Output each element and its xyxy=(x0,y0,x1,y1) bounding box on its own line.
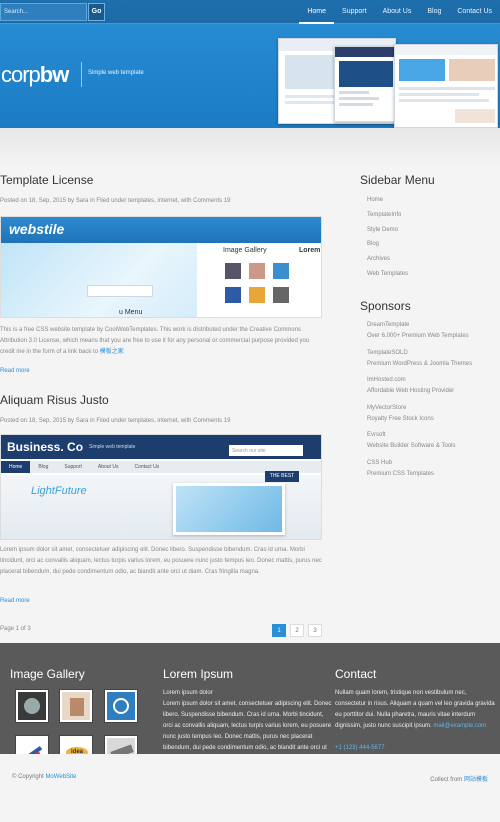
collect-from: Collect from 网站模板 xyxy=(430,774,488,783)
footer-contact-phone: +1 (123) 444-5677 xyxy=(335,743,495,754)
sidebar-item-archives[interactable]: Archives xyxy=(367,254,408,269)
copyright: © Copyright MoWebSite xyxy=(12,774,76,780)
image-logo-text: webstile xyxy=(9,221,65,237)
post-meta: Posted on 18, Sep, 2015 by Sara in Filed… xyxy=(0,418,231,424)
bottom-bar: © Copyright MoWebSite Collect from 网站模板 xyxy=(0,754,500,822)
nav-home[interactable]: Home xyxy=(299,0,335,24)
image-nav-blog: Blog xyxy=(38,464,49,470)
sponsor-item[interactable]: CSS Hub Premium CSS Templates xyxy=(367,458,472,486)
footer-lorem-line: Lorem ipsum dolor xyxy=(163,690,213,696)
footer-lorem-title: Lorem Ipsum xyxy=(163,667,234,681)
sponsor-name[interactable]: MyVectorStore xyxy=(367,403,472,414)
sponsor-item[interactable]: MyVectorStore Royalty Free Stock Icons xyxy=(367,403,472,431)
logo-divider xyxy=(81,62,82,87)
post-excerpt: Lorem ipsum dolor sit amet, consectetuer… xyxy=(0,547,322,575)
logo-bold-text: bw xyxy=(39,62,70,87)
sponsor-name[interactable]: TemplateSOLD xyxy=(367,348,472,359)
page-3-button[interactable]: 3 xyxy=(308,624,322,637)
nav-blog[interactable]: Blog xyxy=(419,0,449,24)
image-logo-text: Business. Co xyxy=(7,440,84,454)
image-menu-text: u Menu xyxy=(119,309,143,316)
read-more-link[interactable]: Read more xyxy=(0,598,30,604)
gallery-thumb-clock[interactable] xyxy=(105,690,137,722)
post-title[interactable]: Aliquam Risus Justo xyxy=(0,393,109,407)
sponsor-desc: Premium WordPress & Joomla Themes xyxy=(367,360,473,367)
image-gallery-heading: Image Gallery xyxy=(223,247,267,254)
pagination: 1 2 3 xyxy=(272,624,322,637)
header: Search... Go Home Support About Us Blog … xyxy=(0,0,500,128)
sponsor-item[interactable]: TemplateSOLD Premium WordPress & Joomla T… xyxy=(367,348,472,376)
contact-email-link[interactable]: mail@example.com xyxy=(433,723,486,729)
sidebar-menu-title: Sidebar Menu xyxy=(360,173,435,187)
collect-link[interactable]: 网站模板 xyxy=(464,777,488,783)
image-badge: THE BEST xyxy=(265,471,299,482)
site-logo[interactable]: corpbw xyxy=(1,62,70,88)
sponsor-desc: Premium CSS Templates xyxy=(367,470,434,477)
nav-support[interactable]: Support xyxy=(334,0,375,24)
sponsor-item[interactable]: ImHosted.com Affordable Web Hosting Provi… xyxy=(367,375,472,403)
footer-contact-title: Contact xyxy=(335,667,377,681)
logo-light-text: corp xyxy=(1,62,41,87)
credit-link[interactable]: 模板之家 xyxy=(100,349,124,355)
post-image[interactable]: Business. Co Simple web template Search … xyxy=(0,434,322,540)
image-nav-support: Support xyxy=(64,464,82,470)
main-nav: Home Support About Us Blog Contact Us xyxy=(299,0,500,24)
sponsors-title: Sponsors xyxy=(360,299,411,313)
sponsor-desc: Affordable Web Hosting Provider xyxy=(367,388,455,394)
contact-phone: +1 (123) 444-5677 xyxy=(335,745,385,751)
read-more-link[interactable]: Read more xyxy=(0,368,30,374)
sponsors-list: DreamTemplate Over 6,000+ Premium Web Tem… xyxy=(367,320,472,485)
image-nav-home: Home xyxy=(1,461,31,473)
copyright-link[interactable]: MoWebSite xyxy=(45,774,76,780)
sponsor-desc: Website Builder Software & Tools xyxy=(367,443,456,449)
post-title[interactable]: Template License xyxy=(0,173,93,187)
page-2-button[interactable]: 2 xyxy=(290,624,304,637)
post-excerpt-text: This is a free CSS website template by C… xyxy=(0,327,310,355)
footer-contact-text: Nullam quam lorem, tristique non vestibu… xyxy=(335,688,495,732)
footer: Image Gallery idea Lorem Ipsum Lorem ips… xyxy=(0,643,500,768)
footer-gallery-title: Image Gallery xyxy=(10,667,85,681)
post-excerpt: This is a free CSS website template by C… xyxy=(0,325,322,358)
image-nav-contact: Contact Us xyxy=(134,464,160,470)
screenshot-2 xyxy=(334,46,396,122)
nav-about-us[interactable]: About Us xyxy=(375,0,420,24)
nav-contact-us[interactable]: Contact Us xyxy=(449,0,500,24)
screenshot-3 xyxy=(394,44,498,128)
post-meta: Posted on 18, Sep, 2015 by Sara in Filed… xyxy=(0,198,231,204)
sidebar-item-home[interactable]: Home xyxy=(367,195,408,210)
sponsor-name[interactable]: CSS Hub xyxy=(367,458,472,469)
header-template-screenshots xyxy=(276,36,500,128)
sponsor-name[interactable]: ImHosted.com xyxy=(367,375,472,386)
sidebar-item-style-demo[interactable]: Style Demo xyxy=(367,225,408,240)
sponsor-item[interactable]: DreamTemplate Over 6,000+ Premium Web Tem… xyxy=(367,320,472,348)
header-shadow xyxy=(0,128,500,168)
site-slogan: Simple web template xyxy=(88,70,144,76)
sidebar-menu: Home TemplateInfo Style Demo Blog Archiv… xyxy=(367,195,408,284)
sponsor-desc: Royalty Free Stock Icons xyxy=(367,415,434,422)
gallery-thumb-1[interactable] xyxy=(16,690,48,722)
image-logo-subtitle: Simple web template xyxy=(89,444,136,450)
post-image[interactable]: webstile Image Gallery Lorem u Menu xyxy=(0,216,322,318)
search-input[interactable]: Search... xyxy=(0,3,87,21)
search-go-button[interactable]: Go xyxy=(88,3,105,21)
image-lorem-heading: Lorem xyxy=(299,247,321,254)
pagination-label: Page 1 of 3 xyxy=(0,626,31,632)
copyright-text: © Copyright xyxy=(12,774,46,780)
sponsor-name[interactable]: Evrsoft xyxy=(367,430,472,441)
sidebar-item-blog[interactable]: Blog xyxy=(367,239,408,254)
sponsor-item[interactable]: Evrsoft Website Builder Software & Tools xyxy=(367,430,472,458)
image-nav-about: About Us xyxy=(97,464,119,470)
collect-text: Collect from xyxy=(430,777,464,783)
sponsor-name[interactable]: DreamTemplate xyxy=(367,320,472,331)
sponsor-desc: Over 6,000+ Premium Web Templates xyxy=(367,333,469,339)
sidebar-item-web-templates[interactable]: Web Templates xyxy=(367,269,408,284)
page-1-button[interactable]: 1 xyxy=(272,624,286,637)
image-search-text: Search our site xyxy=(229,445,303,456)
image-brand-text: LightFuture xyxy=(31,485,87,497)
gallery-thumb-2[interactable] xyxy=(60,690,92,722)
sidebar-item-templateinfo[interactable]: TemplateInfo xyxy=(367,210,408,225)
top-bar: Search... Go Home Support About Us Blog … xyxy=(0,0,500,24)
